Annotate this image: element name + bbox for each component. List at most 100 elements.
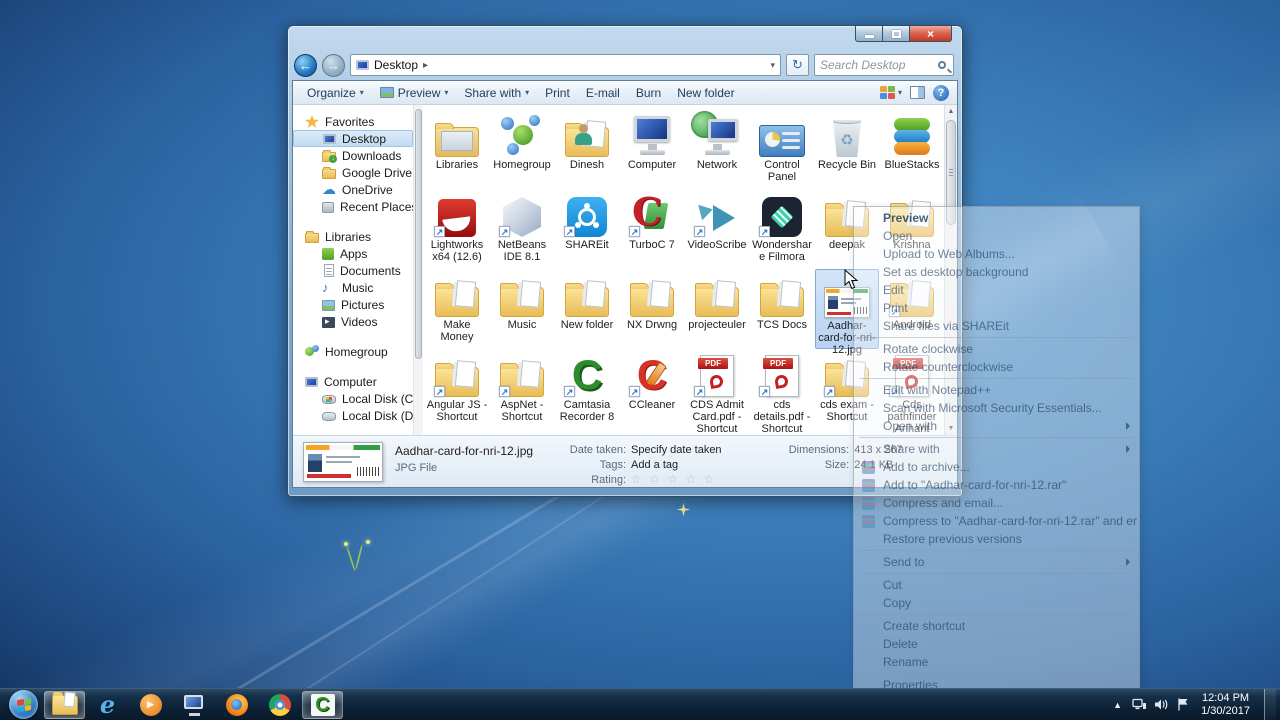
sidebar-item-computer[interactable]: Computer bbox=[293, 373, 413, 390]
menu-item-rename[interactable]: Rename bbox=[856, 653, 1137, 671]
search-box[interactable]: Search Desktop bbox=[814, 54, 954, 76]
toolbar-share-with-button[interactable]: Share with ▾ bbox=[456, 83, 537, 103]
tags-value[interactable]: Add a tag bbox=[631, 459, 678, 471]
menu-item-restore-previous-versions[interactable]: Restore previous versions bbox=[856, 530, 1137, 548]
views-button[interactable]: ▾ bbox=[879, 86, 902, 99]
date-taken-value[interactable]: Specify date taken bbox=[631, 444, 722, 456]
menu-item-compress-and-email[interactable]: Compress and email... bbox=[856, 494, 1137, 512]
file-item-camtasia-recorder-8[interactable]: C ↗ Camtasia Recorder 8 bbox=[555, 349, 619, 429]
file-item-homegroup[interactable]: Homegroup bbox=[490, 109, 554, 189]
file-item-shareit[interactable]: ↗ SHAREit bbox=[555, 189, 619, 269]
sidebar-item-local-disk-c[interactable]: Local Disk (C:) bbox=[293, 390, 413, 407]
taskbar-button-camtasia[interactable]: C bbox=[302, 690, 343, 719]
menu-item-compress-to-aadhar-card-for-nri-12-rar-and-email[interactable]: Compress to "Aadhar-card-for-nri-12.rar"… bbox=[856, 512, 1137, 530]
menu-item-create-shortcut[interactable]: Create shortcut bbox=[856, 617, 1137, 635]
menu-item-print[interactable]: Print bbox=[856, 299, 1137, 317]
file-item-angular-js-shortcut[interactable]: ↗ Angular JS - Shortcut bbox=[425, 349, 489, 429]
toolbar-burn-button[interactable]: Burn bbox=[628, 83, 669, 103]
menu-item-open[interactable]: Open bbox=[856, 227, 1137, 245]
sidebar-item-videos[interactable]: Videos bbox=[293, 313, 413, 330]
scroll-up-icon[interactable]: ▲ bbox=[945, 105, 957, 118]
desktop[interactable]: × ← → Desktop ▸ ▾ ↻ Search Desktop Organ… bbox=[0, 0, 1280, 720]
sidebar-item-desktop[interactable]: Desktop bbox=[293, 130, 413, 147]
menu-item-add-to-aadhar-card-for-nri-12-rar[interactable]: Add to "Aadhar-card-for-nri-12.rar" bbox=[856, 476, 1137, 494]
refresh-button[interactable]: ↻ bbox=[786, 54, 809, 76]
toolbar-preview-button[interactable]: Preview ▾ bbox=[372, 83, 457, 103]
forward-button[interactable]: → bbox=[322, 53, 345, 77]
file-item-nx-drwng[interactable]: NX Drwng bbox=[620, 269, 684, 349]
search-icon[interactable] bbox=[938, 61, 946, 69]
address-history-dropdown-icon[interactable]: ▾ bbox=[770, 60, 775, 71]
taskbar-clock[interactable]: 12:04 PM 1/30/2017 bbox=[1201, 692, 1250, 718]
sidebar-item-apps[interactable]: Apps bbox=[293, 245, 413, 262]
file-item-new-folder[interactable]: New folder bbox=[555, 269, 619, 349]
sidebar-item-pictures[interactable]: Pictures bbox=[293, 296, 413, 313]
sidebar-item-onedrive[interactable]: ☁ OneDrive bbox=[293, 181, 413, 198]
menu-item-open-with[interactable]: Open with bbox=[856, 417, 1137, 435]
file-item-dinesh[interactable]: Dinesh bbox=[555, 109, 619, 189]
toolbar-print-button[interactable]: Print bbox=[537, 83, 578, 103]
file-item-music[interactable]: Music bbox=[490, 269, 554, 349]
file-item-cds-admit-card-pdf-shortcut[interactable]: PDF ↗ CDS Admit Card.pdf - Shortcut bbox=[685, 349, 749, 435]
file-item-libraries[interactable]: Libraries bbox=[425, 109, 489, 189]
network-icon[interactable] bbox=[1132, 697, 1147, 712]
toolbar-organize-button[interactable]: Organize ▾ bbox=[299, 83, 372, 103]
sidebar-scrollbar-thumb[interactable] bbox=[415, 109, 422, 359]
menu-item-edit[interactable]: Edit bbox=[856, 281, 1137, 299]
minimize-button[interactable] bbox=[855, 26, 883, 42]
file-item-lightworks-x64-12-6[interactable]: ↗ Lightworks x64 (12.6) bbox=[425, 189, 489, 269]
action-center-flag-icon[interactable] bbox=[1176, 697, 1190, 712]
sidebar-item-local-disk-d[interactable]: Local Disk (D:) bbox=[293, 407, 413, 424]
taskbar-button-computer-app[interactable] bbox=[173, 691, 214, 719]
menu-item-scan-with-microsoft-security-essentials[interactable]: Scan with Microsoft Security Essentials.… bbox=[856, 399, 1137, 417]
taskbar-button-media-player[interactable]: ▶ bbox=[130, 691, 171, 719]
file-item-aspnet-shortcut[interactable]: ↗ AspNet - Shortcut bbox=[490, 349, 554, 429]
sidebar-item-downloads[interactable]: ↓ Downloads bbox=[293, 147, 413, 164]
sidebar-item-documents[interactable]: Documents bbox=[293, 262, 413, 279]
sidebar-scrollbar[interactable] bbox=[413, 105, 423, 435]
toolbar-new-folder-button[interactable]: New folder bbox=[669, 83, 742, 103]
menu-item-set-as-desktop-background[interactable]: Set as desktop background bbox=[856, 263, 1137, 281]
taskbar-button-firefox[interactable] bbox=[216, 691, 257, 719]
menu-item-edit-with-notepad[interactable]: Edit with Notepad++ bbox=[856, 381, 1137, 399]
menu-item-send-to[interactable]: Send to bbox=[856, 553, 1137, 571]
menu-item-delete[interactable]: Delete bbox=[856, 635, 1137, 653]
taskbar-button-internet-explorer[interactable]: e bbox=[87, 691, 128, 719]
menu-item-share-files-via-shareit[interactable]: Share files via SHAREit bbox=[856, 317, 1137, 335]
taskbar-button-windows-explorer[interactable] bbox=[44, 690, 85, 719]
file-item-bluestacks[interactable]: BlueStacks bbox=[880, 109, 944, 189]
menu-item-upload-to-web-albums[interactable]: Upload to Web Albums... bbox=[856, 245, 1137, 263]
preview-pane-icon[interactable] bbox=[910, 86, 925, 99]
menu-item-share-with[interactable]: Share with bbox=[856, 440, 1137, 458]
sidebar-item-google-drive[interactable]: Google Drive bbox=[293, 164, 413, 181]
sidebar-item-music[interactable]: ♪ Music bbox=[293, 279, 413, 296]
menu-item-copy[interactable]: Copy bbox=[856, 594, 1137, 612]
menu-item-add-to-archive[interactable]: Add to archive... bbox=[856, 458, 1137, 476]
start-button[interactable] bbox=[9, 690, 38, 719]
file-item-netbeans-ide-8-1[interactable]: ↗ NetBeans IDE 8.1 bbox=[490, 189, 554, 269]
file-item-make-money[interactable]: Make Money bbox=[425, 269, 489, 349]
close-button[interactable]: × bbox=[910, 26, 952, 42]
sidebar-item-homegroup[interactable]: Homegroup bbox=[293, 343, 413, 360]
file-item-videoscribe[interactable]: ↗ VideoScribe bbox=[685, 189, 749, 269]
menu-item-cut[interactable]: Cut bbox=[856, 576, 1137, 594]
menu-item-rotate-counterclockwise[interactable]: Rotate counterclockwise bbox=[856, 358, 1137, 376]
menu-item-preview[interactable]: Preview bbox=[856, 209, 1137, 227]
rating-stars[interactable]: ☆ ☆ ☆ ☆ ☆ bbox=[631, 473, 716, 486]
sidebar-item-recent-places[interactable]: Recent Places bbox=[293, 198, 413, 215]
file-item-wondershare-filmora[interactable]: ↗ Wondershare Filmora bbox=[750, 189, 814, 269]
address-box[interactable]: Desktop ▸ ▾ bbox=[350, 54, 781, 76]
maximize-button[interactable] bbox=[883, 26, 910, 42]
file-item-control-panel[interactable]: Control Panel bbox=[750, 109, 814, 189]
file-item-cds-details-pdf-shortcut[interactable]: PDF ↗ cds details.pdf - Shortcut bbox=[750, 349, 814, 435]
file-item-projecteuler[interactable]: projecteuler bbox=[685, 269, 749, 349]
file-item-tcs-docs[interactable]: TCS Docs bbox=[750, 269, 814, 349]
volume-icon[interactable] bbox=[1154, 697, 1169, 712]
file-item-computer[interactable]: Computer bbox=[620, 109, 684, 189]
show-desktop-button[interactable] bbox=[1264, 688, 1276, 720]
sidebar-item-favorites[interactable]: Favorites bbox=[293, 113, 413, 130]
breadcrumb-arrow-icon[interactable]: ▸ bbox=[423, 60, 428, 71]
help-button[interactable]: ? bbox=[933, 84, 949, 101]
back-button[interactable]: ← bbox=[294, 53, 317, 77]
breadcrumb-location[interactable]: Desktop bbox=[374, 58, 418, 72]
